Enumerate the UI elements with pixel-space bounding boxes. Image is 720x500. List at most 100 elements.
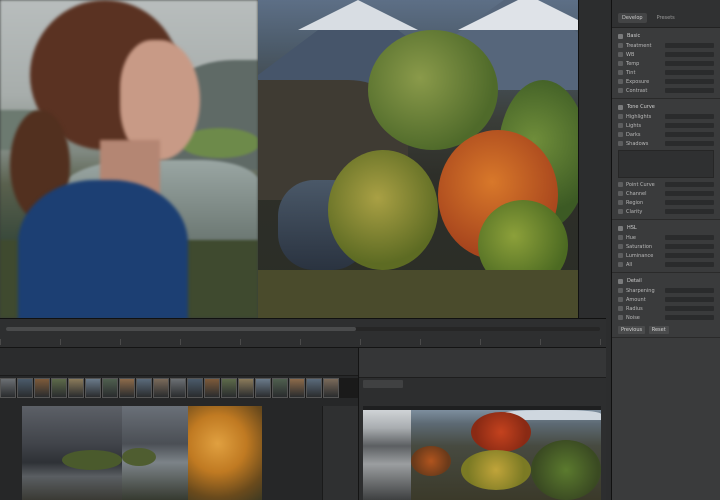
checkbox-icon[interactable] — [618, 253, 623, 258]
tab-develop[interactable]: Develop — [618, 13, 647, 23]
navigator-header — [359, 348, 606, 378]
filmstrip-thumbnail[interactable] — [238, 378, 254, 398]
filmstrip-preview[interactable] — [22, 406, 262, 500]
checkbox-icon[interactable] — [618, 79, 623, 84]
tab-presets[interactable]: Presets — [653, 13, 679, 23]
value-field[interactable] — [665, 235, 714, 240]
checkbox-icon[interactable] — [618, 43, 623, 48]
navigator-panel — [358, 348, 606, 500]
collapse-icon[interactable] — [618, 278, 623, 284]
filmstrip-thumbnail[interactable] — [255, 378, 271, 398]
filmstrip-thumbnail[interactable] — [136, 378, 152, 398]
filmstrip-thumbnail[interactable] — [34, 378, 50, 398]
landscape-photo — [258, 0, 578, 318]
filmstrip-thumbnail[interactable] — [119, 378, 135, 398]
value-field[interactable] — [665, 209, 714, 214]
row-label: Point Curve — [626, 181, 655, 188]
checkbox-icon[interactable] — [618, 88, 623, 93]
value-field[interactable] — [665, 182, 714, 187]
checkbox-icon[interactable] — [618, 262, 623, 267]
filmstrip-image-lake[interactable] — [22, 406, 122, 500]
checkbox-icon[interactable] — [618, 244, 623, 249]
section-header[interactable]: Detail — [627, 278, 642, 284]
checkbox-icon[interactable] — [618, 61, 623, 66]
section-header[interactable]: Tone Curve — [627, 104, 655, 110]
previous-button[interactable]: Previous — [618, 326, 646, 334]
section-header[interactable]: Basic — [627, 33, 640, 39]
value-field[interactable] — [665, 288, 714, 293]
value-field[interactable] — [665, 315, 714, 320]
row-label: Darks — [626, 131, 641, 138]
value-field[interactable] — [665, 244, 714, 249]
filmstrip-image-lake-island[interactable] — [122, 406, 188, 500]
row-label: Contrast — [626, 87, 648, 94]
filmstrip-thumbnail[interactable] — [272, 378, 288, 398]
checkbox-icon[interactable] — [618, 123, 623, 128]
filmstrip-thumbnail[interactable] — [221, 378, 237, 398]
main-photo-viewer[interactable] — [0, 0, 578, 318]
panel-basic: Basic Treatment WB Temp Tint Exposure Co… — [612, 28, 720, 99]
value-field[interactable] — [665, 123, 714, 128]
section-header[interactable]: HSL — [627, 225, 637, 231]
collapse-icon[interactable] — [618, 33, 623, 39]
filmstrip-thumbnail[interactable] — [0, 378, 16, 398]
checkbox-icon[interactable] — [618, 182, 623, 187]
filmstrip-thumbnail[interactable] — [17, 378, 33, 398]
portrait-blue-shirt — [18, 180, 188, 318]
value-field[interactable] — [665, 297, 714, 302]
checkbox-icon[interactable] — [618, 209, 623, 214]
collapse-icon[interactable] — [618, 225, 623, 231]
navigator-tab[interactable] — [363, 380, 403, 388]
filmstrip-thumbnails — [0, 378, 358, 398]
navigator-image-autumn-landscape — [411, 410, 601, 500]
filmstrip-thumbnail[interactable] — [85, 378, 101, 398]
checkbox-icon[interactable] — [618, 288, 623, 293]
value-field[interactable] — [665, 114, 714, 119]
filmstrip-thumbnail[interactable] — [204, 378, 220, 398]
checkbox-icon[interactable] — [618, 132, 623, 137]
checkbox-icon[interactable] — [618, 306, 623, 311]
filmstrip-thumbnail[interactable] — [153, 378, 169, 398]
value-field[interactable] — [665, 70, 714, 75]
value-field[interactable] — [665, 141, 714, 146]
checkbox-icon[interactable] — [618, 200, 623, 205]
filmstrip-thumbnail[interactable] — [68, 378, 84, 398]
panel-hsl: HSL Hue Saturation Luminance All — [612, 220, 720, 273]
curve-graph[interactable] — [618, 150, 714, 178]
value-field[interactable] — [665, 52, 714, 57]
collapse-icon[interactable] — [618, 104, 623, 110]
row-label: WB — [626, 51, 635, 58]
filmstrip-thumbnail[interactable] — [170, 378, 186, 398]
checkbox-icon[interactable] — [618, 297, 623, 302]
checkbox-icon[interactable] — [618, 70, 623, 75]
value-field[interactable] — [665, 88, 714, 93]
value-field[interactable] — [665, 253, 714, 258]
checkbox-icon[interactable] — [618, 114, 623, 119]
value-field[interactable] — [665, 200, 714, 205]
checkbox-icon[interactable] — [618, 315, 623, 320]
value-field[interactable] — [665, 61, 714, 66]
filmstrip-thumbnail[interactable] — [323, 378, 339, 398]
checkbox-icon[interactable] — [618, 52, 623, 57]
filmstrip-thumbnail[interactable] — [187, 378, 203, 398]
value-field[interactable] — [665, 306, 714, 311]
panel-tone-curve: Tone Curve Highlights Lights Darks Shado… — [612, 99, 720, 220]
filmstrip-thumbnail[interactable] — [289, 378, 305, 398]
filmstrip-thumbnail[interactable] — [51, 378, 67, 398]
checkbox-icon[interactable] — [618, 141, 623, 146]
filmstrip-thumbnail[interactable] — [102, 378, 118, 398]
value-field[interactable] — [665, 191, 714, 196]
row-label: Highlights — [626, 113, 652, 120]
filmstrip-thumbnail[interactable] — [306, 378, 322, 398]
reset-button[interactable]: Reset — [648, 326, 669, 334]
row-label: All — [626, 261, 633, 268]
value-field[interactable] — [665, 262, 714, 267]
scrollbar-thumb[interactable] — [6, 327, 356, 331]
filmstrip-image-autumn[interactable] — [188, 406, 262, 500]
checkbox-icon[interactable] — [618, 235, 623, 240]
checkbox-icon[interactable] — [618, 191, 623, 196]
navigator-preview[interactable] — [363, 406, 601, 500]
value-field[interactable] — [665, 43, 714, 48]
value-field[interactable] — [665, 79, 714, 84]
value-field[interactable] — [665, 132, 714, 137]
